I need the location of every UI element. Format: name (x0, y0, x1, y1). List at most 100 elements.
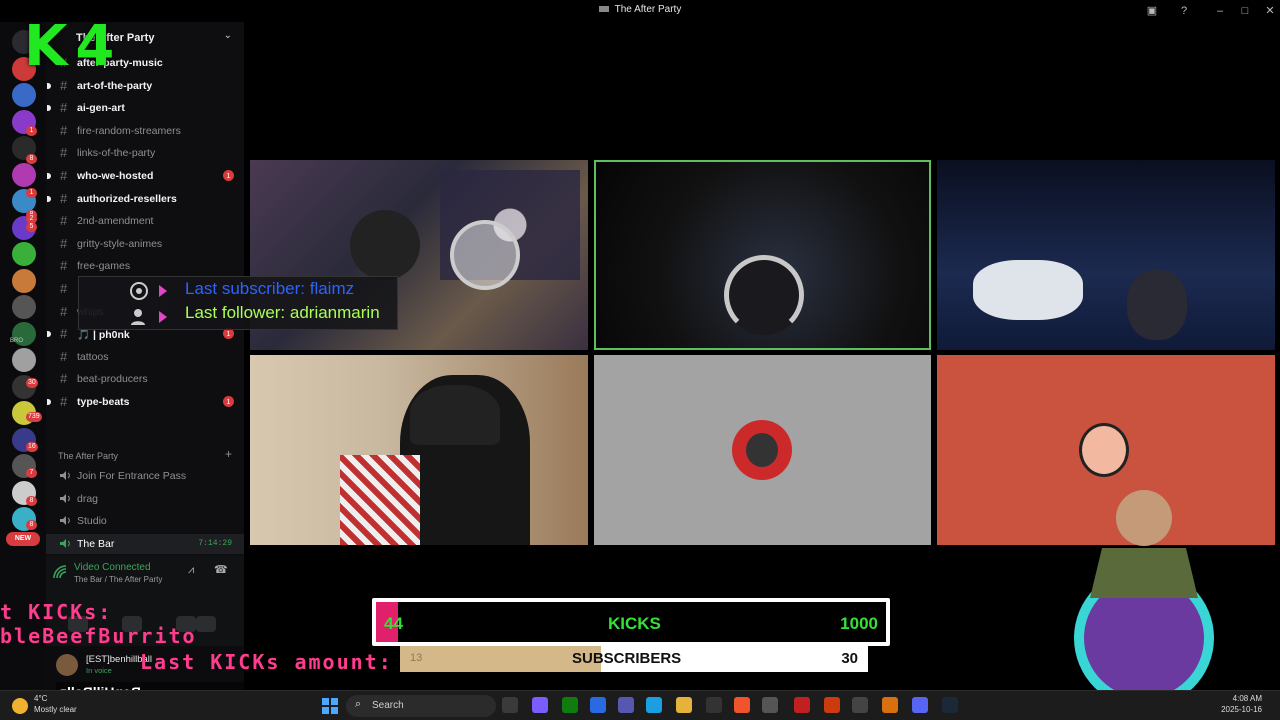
kicks-amount-label: Last KICKs amount: (140, 650, 393, 674)
channel-item[interactable]: # ai-gen-art (46, 98, 244, 118)
channel-item[interactable]: # gritty-style-animes (46, 234, 244, 254)
channel-label: ai-gen-art (77, 102, 125, 115)
channel-item[interactable]: # free-games (46, 256, 244, 276)
server-mention-badge: 1 (26, 126, 37, 136)
app-icon-orange[interactable] (882, 697, 898, 713)
channel-label: art-of-the-party (77, 79, 153, 92)
app-icon-circle[interactable] (852, 697, 868, 713)
voice-channel-label: drag (77, 492, 99, 505)
discord-icon[interactable] (912, 697, 928, 713)
person-silhouette-3 (1127, 270, 1187, 340)
server-rail: 18182530739167882NEWBRO (0, 22, 46, 690)
channel-item[interactable]: #2nd-amendment (46, 211, 244, 231)
channel-item[interactable]: # links-of-the-party (46, 143, 244, 163)
inbox-icon[interactable]: ▣ (1144, 3, 1160, 19)
teams-icon[interactable] (618, 697, 634, 713)
kicks-ticker-line-2: bleBeefBurrito (0, 624, 197, 648)
hashtag-icon: # (60, 100, 68, 116)
add-channel-icon[interactable]: + (225, 447, 232, 461)
noise-suppression-icon[interactable]: ⩘ (188, 564, 194, 577)
weather-temperature[interactable]: 4°C (34, 694, 47, 703)
video-tile-5[interactable] (594, 355, 931, 545)
speaker-icon (60, 471, 70, 480)
mention-badge: 1 (223, 170, 234, 181)
server-folder-label[interactable]: BRO (10, 338, 23, 344)
voice-category-label[interactable]: The After Party (58, 451, 118, 461)
arrow-icon (159, 311, 167, 323)
soundboard-button[interactable] (196, 616, 216, 632)
channel-item[interactable]: # tattoos (46, 347, 244, 367)
streamlabs-icon[interactable] (824, 697, 840, 713)
hashtag-icon: # (60, 145, 68, 161)
video-tile-3[interactable] (937, 160, 1275, 350)
kicks-goal: 1000 (840, 614, 878, 633)
server-icon[interactable] (12, 348, 36, 372)
channel-item[interactable]: # who-we-hosted 1 (46, 166, 244, 186)
steam-icon[interactable] (942, 697, 958, 713)
search-icon: ⌕ (355, 698, 362, 710)
server-mention-badge: 739 (26, 412, 42, 422)
new-badge[interactable]: NEW (6, 532, 40, 546)
search-label: Search (372, 700, 404, 711)
voice-location[interactable]: The Bar / The After Party (74, 575, 162, 584)
server-icon[interactable] (12, 162, 36, 187)
app-window: { "window": { "title": "The After Party"… (0, 0, 1280, 720)
voice-channel-item[interactable]: drag (46, 489, 244, 509)
close-button[interactable]: ✕ (1262, 3, 1278, 19)
voice-channel-item[interactable]: The Bar 7:14:29 (46, 533, 244, 554)
clock-date[interactable]: 2025-10-16 (1221, 705, 1262, 714)
disconnect-icon[interactable]: ☎ (214, 563, 228, 576)
taskbar-search[interactable]: ⌕ Search (346, 695, 496, 717)
user-add-icon (131, 309, 145, 325)
minimize-button[interactable]: – (1212, 3, 1228, 19)
server-icon[interactable] (12, 83, 36, 107)
weather-description[interactable]: Mostly clear (34, 705, 77, 714)
server-mention-badge: 7 (26, 468, 37, 478)
file-explorer-icon[interactable] (676, 697, 692, 713)
hashtag-icon: # (60, 168, 68, 183)
server-icon[interactable] (12, 242, 36, 266)
weather-icon[interactable] (12, 698, 28, 714)
hashtag-icon: # (60, 303, 68, 319)
copilot-icon[interactable] (532, 697, 548, 713)
app-logo-icon (598, 6, 609, 13)
server-icon[interactable] (12, 268, 36, 293)
app-icon-red[interactable] (794, 697, 810, 713)
xbox-icon[interactable] (562, 697, 578, 713)
task-view-icon[interactable] (502, 697, 518, 713)
user-status: In voice (86, 666, 112, 675)
video-tile-2[interactable] (594, 160, 931, 350)
follower-alert-box: Last subscriber: flaimz Last follower: a… (78, 276, 398, 330)
brave-icon[interactable] (734, 697, 750, 713)
server-mention-badge: 8 (26, 520, 37, 530)
channel-label: fire-random-streamers (77, 124, 181, 137)
voice-channel-item[interactable]: Studio (46, 511, 244, 531)
channel-label: 🎵 | ph0nk (77, 329, 130, 342)
capcut-icon[interactable] (762, 697, 778, 713)
clock-time[interactable]: 4:08 AM (1233, 694, 1262, 703)
channel-item[interactable]: # type-beats 1 (46, 392, 244, 412)
server-icon[interactable] (12, 295, 36, 319)
voice-channel-label: Join For Entrance Pass (77, 470, 187, 482)
obs-icon[interactable] (706, 697, 722, 713)
windows-taskbar: 4°C Mostly clear ⌕ Search 4:08 AM 2025-1… (0, 690, 1280, 720)
help-icon[interactable]: ? (1176, 3, 1192, 19)
edge-icon[interactable] (646, 697, 662, 713)
windows-start-icon[interactable] (322, 698, 338, 714)
kicks-goal-bar: 44 KICKS 1000 (372, 598, 890, 646)
voice-channel-item[interactable]: Join For Entrance Pass (46, 466, 244, 486)
channel-label: 2nd-amendment (77, 215, 154, 228)
channel-item[interactable]: # fire-random-streamers (46, 121, 244, 141)
maximize-button[interactable]: □ (1237, 3, 1253, 19)
store-icon[interactable] (590, 697, 606, 713)
signal-icon[interactable] (52, 564, 68, 580)
arrow-icon (159, 285, 167, 297)
avatar[interactable] (56, 654, 78, 676)
coin-icon (130, 282, 148, 300)
channel-item[interactable]: # authorized-resellers (46, 189, 244, 209)
speaker-icon (60, 493, 70, 503)
video-tile-4[interactable] (250, 355, 588, 545)
benhillballz-mascot (1074, 490, 1214, 708)
channel-item[interactable]: # beat-producers (46, 369, 244, 389)
participant-avatar-6 (1079, 423, 1129, 477)
